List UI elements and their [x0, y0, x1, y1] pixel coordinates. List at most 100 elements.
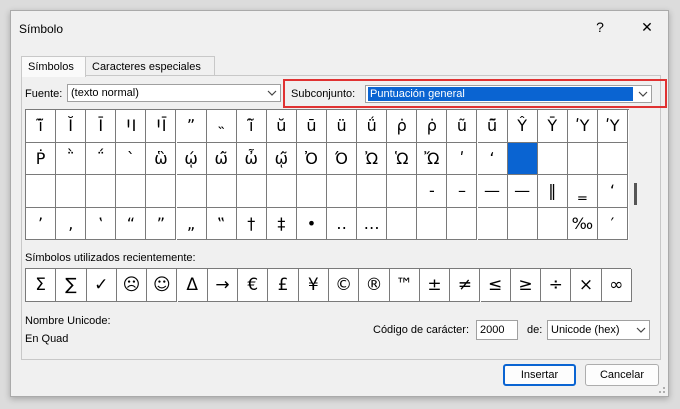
symbol-cell[interactable]: [176, 175, 207, 208]
symbol-cell[interactable]: [567, 142, 598, 175]
symbol-cell[interactable]: [387, 175, 418, 208]
recent-symbol-cell[interactable]: ¥: [298, 269, 329, 302]
recent-symbol-cell[interactable]: ∞: [601, 269, 632, 302]
symbol-cell[interactable]: ‟: [206, 207, 237, 240]
symbol-cell[interactable]: Ὀ: [296, 142, 327, 175]
symbol-cell[interactable]: ü: [327, 110, 358, 143]
symbol-cell[interactable]: ʹΥ: [597, 110, 628, 143]
symbol-cell[interactable]: [86, 175, 117, 208]
symbol-cell[interactable]: ‛: [86, 207, 117, 240]
symbol-cell[interactable]: [296, 175, 327, 208]
symbol-cell[interactable]: [387, 207, 418, 240]
symbol-cell[interactable]: ‰: [567, 207, 598, 240]
recent-symbol-cell[interactable]: →: [207, 269, 239, 302]
recent-symbol-cell[interactable]: ✓: [86, 269, 117, 302]
symbol-cell[interactable]: [146, 175, 177, 208]
symbol-cell[interactable]: [266, 175, 297, 208]
symbol-cell[interactable]: ĩ̃: [26, 110, 57, 143]
symbol-cell[interactable]: ũ: [447, 110, 478, 143]
symbol-cell[interactable]: —: [507, 175, 538, 208]
symbol-cell[interactable]: ‗: [567, 175, 598, 208]
symbol-cell[interactable]: [537, 142, 568, 175]
symbol-cell[interactable]: ‚: [56, 207, 87, 240]
symbol-cell[interactable]: Ό: [327, 142, 358, 175]
symbol-cell[interactable]: `: [116, 142, 147, 175]
symbol-grid-scrollbar[interactable]: [629, 109, 643, 240]
symbol-cell[interactable]: „: [176, 207, 207, 240]
symbol-cell[interactable]: ῭: [56, 142, 87, 175]
symbol-cell[interactable]: [236, 175, 267, 208]
recent-symbol-cell[interactable]: Δ: [177, 269, 208, 302]
symbol-cell[interactable]: ‖: [537, 175, 568, 208]
chevron-down-icon[interactable]: [264, 85, 280, 101]
symbol-cell[interactable]: [417, 207, 448, 240]
symbol-cell[interactable]: [26, 175, 57, 208]
chevron-down-icon[interactable]: [633, 321, 649, 339]
recent-symbol-cell[interactable]: ☺: [147, 269, 178, 302]
symbol-cell[interactable]: —: [477, 175, 508, 208]
recent-symbol-cell[interactable]: ≠: [450, 269, 481, 302]
symbol-cell[interactable]: ǘ: [357, 110, 388, 143]
resize-grip-icon[interactable]: [656, 384, 666, 394]
symbol-cell[interactable]: ʹΥ: [567, 110, 598, 143]
symbol-cell[interactable]: ρ̇: [387, 110, 418, 143]
tab-special-characters[interactable]: Caracteres especiales: [85, 56, 215, 76]
symbol-cell[interactable]: …: [357, 207, 388, 240]
symbol-cell[interactable]: Ὡ: [387, 142, 418, 175]
char-code-input[interactable]: 2000: [476, 320, 518, 340]
symbol-cell[interactable]: ˵: [206, 110, 237, 143]
symbol-cell[interactable]: [327, 175, 358, 208]
recent-symbol-cell[interactable]: ™: [389, 269, 420, 302]
symbol-cell[interactable]: ′: [597, 207, 628, 240]
symbol-cell[interactable]: ŭ: [266, 110, 297, 143]
symbol-cell[interactable]: ΅: [86, 142, 117, 175]
symbol-cell[interactable]: -: [417, 175, 448, 208]
symbol-cell[interactable]: ū: [296, 110, 327, 143]
symbol-cell[interactable]: [116, 175, 147, 208]
symbol-cell[interactable]: Ὠ: [357, 142, 388, 175]
symbol-cell[interactable]: ĩ̑: [236, 110, 267, 143]
symbol-cell[interactable]: ˮ: [176, 110, 207, 143]
symbol-cell[interactable]: Ŷ: [507, 110, 538, 143]
symbol-cell[interactable]: †: [236, 207, 267, 240]
recent-symbol-cell[interactable]: ∑: [56, 269, 87, 302]
symbol-cell[interactable]: [56, 175, 87, 208]
symbol-cell[interactable]: Ȳ: [537, 110, 568, 143]
symbol-cell[interactable]: ‡: [266, 207, 297, 240]
font-select[interactable]: (texto normal): [67, 84, 281, 102]
symbol-cell[interactable]: [447, 207, 478, 240]
symbol-cell[interactable]: [477, 207, 508, 240]
symbol-cell[interactable]: [597, 142, 628, 175]
symbol-cell[interactable]: [357, 175, 388, 208]
help-icon[interactable]: ?: [589, 17, 611, 37]
symbol-cell[interactable]: “: [116, 207, 147, 240]
symbol-cell[interactable]: ὦ: [236, 142, 267, 175]
symbol-cell[interactable]: Ṗ: [26, 142, 57, 175]
symbol-cell[interactable]: [507, 142, 538, 175]
symbol-cell[interactable]: ʹ: [447, 142, 478, 175]
symbol-cell[interactable]: ”: [146, 207, 177, 240]
symbol-cell[interactable]: ꞋĪ: [146, 110, 177, 143]
from-select[interactable]: Unicode (hex): [547, 320, 650, 340]
symbol-cell[interactable]: ὣ: [146, 142, 177, 175]
scrollbar-thumb[interactable]: [634, 183, 637, 205]
symbol-cell[interactable]: [537, 207, 568, 240]
symbol-cell[interactable]: ’: [26, 207, 57, 240]
symbol-cell[interactable]: ῴ̃: [266, 142, 297, 175]
symbol-cell[interactable]: ʻ: [477, 142, 508, 175]
recent-symbol-cell[interactable]: Σ: [26, 269, 57, 302]
recent-symbol-cell[interactable]: ®: [359, 269, 390, 302]
symbol-cell[interactable]: ώ̃: [206, 142, 237, 175]
subset-select[interactable]: Puntuación general: [365, 85, 652, 103]
recent-symbol-cell[interactable]: ×: [571, 269, 602, 302]
symbol-cell[interactable]: Ὤ: [417, 142, 448, 175]
symbol-cell[interactable]: ꞋI: [116, 110, 147, 143]
symbol-cell[interactable]: ῴ: [176, 142, 207, 175]
symbol-cell[interactable]: ‘: [597, 175, 628, 208]
recent-symbol-cell[interactable]: ©: [329, 269, 360, 302]
symbol-cell[interactable]: ρ̇: [417, 110, 448, 143]
recent-symbol-cell[interactable]: ≤: [480, 269, 511, 302]
symbol-cell[interactable]: ‥: [327, 207, 358, 240]
recent-symbol-cell[interactable]: ≥: [510, 269, 542, 302]
cancel-button[interactable]: Cancelar: [585, 364, 659, 386]
